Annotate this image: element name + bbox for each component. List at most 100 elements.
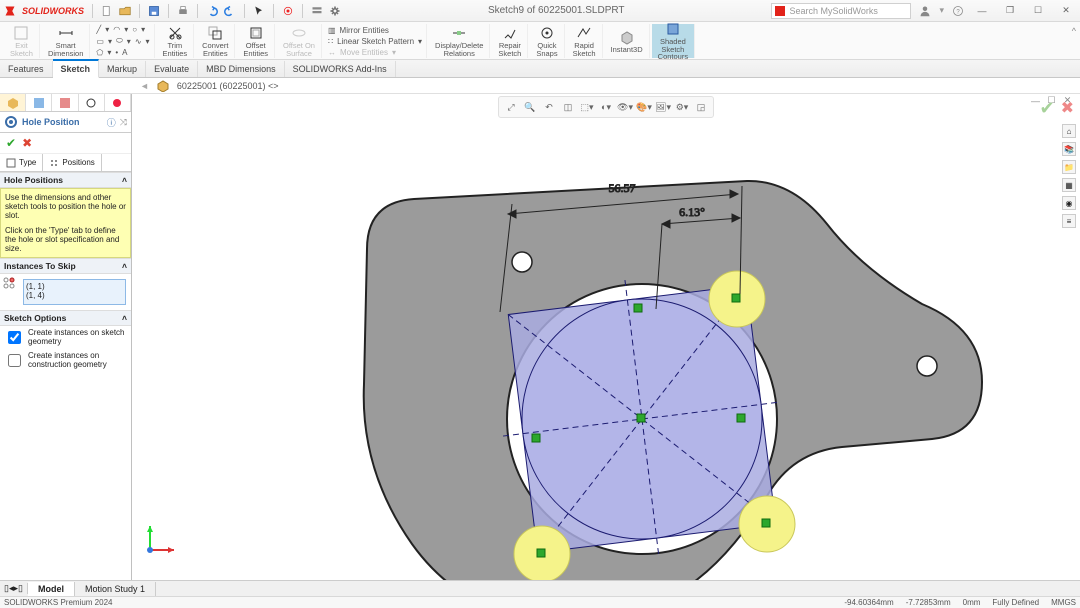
pm-ok-cancel: ✔ ✖ (0, 133, 131, 154)
convert-entities-button[interactable]: Convert Entities (196, 24, 235, 58)
user-icon[interactable] (919, 5, 931, 17)
point-tool-icon[interactable]: • (115, 48, 118, 57)
status-premium: SOLIDWORKS Premium 2024 (4, 598, 112, 607)
shaded-contours-button[interactable]: Shaded Sketch Contours (652, 24, 695, 58)
pm-ok-button[interactable]: ✔ (6, 136, 16, 150)
select-icon[interactable] (253, 5, 265, 17)
pm-help-icon[interactable]: ⓘ (107, 116, 116, 129)
app-logo-icon (4, 5, 16, 17)
restore-button[interactable]: ❐ (1000, 5, 1020, 16)
text-tool-icon[interactable]: A (122, 48, 127, 57)
search-field[interactable]: Search MySolidWorks (771, 3, 911, 19)
tab-motion-study[interactable]: Motion Study 1 (75, 582, 156, 596)
trim-entities-button[interactable]: Trim Entities (157, 24, 195, 58)
mirror-entities-button[interactable]: ▥ Mirror Entities (328, 26, 422, 35)
status-x: -94.60364mm (844, 598, 893, 607)
spline-tool-icon[interactable]: ∿ (135, 37, 142, 46)
offset-entities-button[interactable]: Offset Entities (237, 24, 275, 58)
graphics-viewport[interactable]: — ☐ ✕ ⤢ 🔍 ↶ ◫ ⬚▾ ◐▾ 👁▾ 🎨▾ 🖼▾ ⚙▾ ◲ ✔ ✖ ⌂ … (132, 94, 1080, 588)
tab-mbd[interactable]: MBD Dimensions (198, 61, 285, 77)
offset-on-surface-button: Offset On Surface (277, 24, 322, 58)
status-bar: SOLIDWORKS Premium 2024 -94.60364mm -7.7… (0, 596, 1080, 608)
minimize-button[interactable]: — (972, 6, 992, 16)
status-units[interactable]: MMGS (1051, 598, 1076, 607)
ribbon-tabs: Features Sketch Markup Evaluate MBD Dime… (0, 60, 1080, 78)
model-view: 56.57 6.13° (132, 94, 1080, 588)
part-icon (157, 80, 169, 92)
hint-text: Use the dimensions and other sketch tool… (0, 188, 131, 258)
redo-icon[interactable] (224, 5, 236, 17)
gear-icon[interactable] (329, 5, 341, 17)
maximize-button[interactable]: ☐ (1028, 5, 1048, 16)
quick-access-toolbar: SOLIDWORKS (4, 4, 341, 18)
status-y: -7.72853mm (906, 598, 951, 607)
polygon-tool-icon[interactable]: ⬠ (96, 48, 103, 57)
pm-tab-display-icon[interactable] (52, 94, 78, 111)
display-relations-button[interactable]: Display/Delete Relations (429, 24, 490, 58)
pm-tab-feature-icon[interactable] (0, 94, 26, 111)
tab-model[interactable]: Model (28, 582, 75, 596)
svg-text:6.13°: 6.13° (679, 205, 705, 219)
undo-icon[interactable] (206, 5, 218, 17)
section-sketch-options[interactable]: Sketch Options˄ (0, 310, 131, 326)
app-name: SOLIDWORKS (22, 6, 84, 16)
bottom-tabs: ▯◂▸▯ Model Motion Study 1 (0, 580, 1080, 596)
tab-type[interactable]: Type (0, 154, 43, 171)
pm-tab-property-icon[interactable] (79, 94, 105, 111)
open-icon[interactable] (119, 5, 131, 17)
search-logo-icon (775, 6, 785, 16)
document-title: Sketch9 of 60225001.SLDPRT (345, 5, 767, 16)
move-entities-button: ↔ Move Entities ▾ (328, 48, 422, 57)
line-tool-icon[interactable]: ╱ (96, 25, 101, 34)
tab-sketch[interactable]: Sketch (53, 59, 100, 78)
skip-instances-list[interactable]: (1, 1) (1, 4) (23, 279, 126, 305)
rebuild-icon[interactable] (282, 5, 294, 17)
sketch-tools-group: ╱▾◠▾○▾ ▭▾⬭▾∿▾ ⬠▾•A (92, 24, 154, 58)
btm-tab-scroll-left[interactable]: ▯◂▸▯ (0, 583, 28, 594)
view-triad[interactable] (140, 520, 180, 560)
tab-addins[interactable]: SOLIDWORKS Add-Ins (285, 61, 396, 77)
pm-sub-tabs: Type Positions (0, 154, 131, 172)
close-button[interactable]: ✕ (1056, 5, 1076, 16)
pm-cancel-button[interactable]: ✖ (22, 136, 32, 150)
pm-tab-appearance-icon[interactable] (105, 94, 131, 111)
tree-node-name[interactable]: 60225001 (60225001) <> (177, 81, 279, 91)
circle-tool-icon[interactable]: ○ (132, 25, 137, 34)
exit-sketch-button[interactable]: Exit Sketch (4, 24, 40, 58)
tab-markup[interactable]: Markup (99, 61, 146, 77)
tab-positions[interactable]: Positions (43, 154, 101, 171)
chk-construction-geometry[interactable]: Create instances on construction geometr… (0, 349, 131, 372)
chk-sketch-geometry[interactable]: Create instances on sketch geometry (0, 326, 131, 349)
print-icon[interactable] (177, 5, 189, 17)
smart-dimension-button[interactable]: Smart Dimension (42, 24, 90, 58)
pm-pin-icon[interactable]: ⤨ (120, 117, 127, 128)
section-hole-positions[interactable]: Hole Positions˄ (0, 172, 131, 188)
rapid-sketch-button[interactable]: Rapid Sketch (567, 24, 603, 58)
hole-wizard-icon (4, 115, 18, 129)
arc-tool-icon[interactable]: ◠ (113, 25, 120, 34)
tab-features[interactable]: Features (0, 61, 53, 77)
save-icon[interactable] (148, 5, 160, 17)
new-icon[interactable] (101, 5, 113, 17)
linear-pattern-button[interactable]: ∷ Linear Sketch Pattern ▾ (328, 37, 422, 46)
property-manager: Hole Position ⓘ ⤨ ✔ ✖ Type Positions Hol… (0, 94, 132, 588)
instant3d-button[interactable]: Instant3D (605, 24, 650, 58)
breadcrumb-bar: ◄ 60225001 (60225001) <> (0, 78, 1080, 94)
history-back-icon[interactable]: ◄ (140, 81, 149, 91)
pm-tab-config-icon[interactable] (26, 94, 52, 111)
ribbon-collapse-icon[interactable]: ^ (1072, 26, 1076, 36)
slot-tool-icon[interactable]: ⬭ (116, 36, 123, 46)
skip-instances-icon (2, 276, 16, 290)
pm-tab-icons (0, 94, 131, 112)
pm-page-header: Hole Position ⓘ ⤨ (0, 112, 131, 133)
status-z: 0mm (963, 598, 981, 607)
title-bar: SOLIDWORKS Sketch9 of 60225001.SLDPRT Se… (0, 0, 1080, 22)
status-defined: Fully Defined (992, 598, 1039, 607)
repair-sketch-button[interactable]: Repair Sketch (492, 24, 528, 58)
help-icon[interactable]: ? (952, 5, 964, 17)
section-instances-skip[interactable]: Instances To Skip˄ (0, 258, 131, 274)
tab-evaluate[interactable]: Evaluate (146, 61, 198, 77)
quick-snaps-button[interactable]: Quick Snaps (530, 24, 564, 58)
rect-tool-icon[interactable]: ▭ (96, 37, 104, 46)
options-icon[interactable] (311, 5, 323, 17)
